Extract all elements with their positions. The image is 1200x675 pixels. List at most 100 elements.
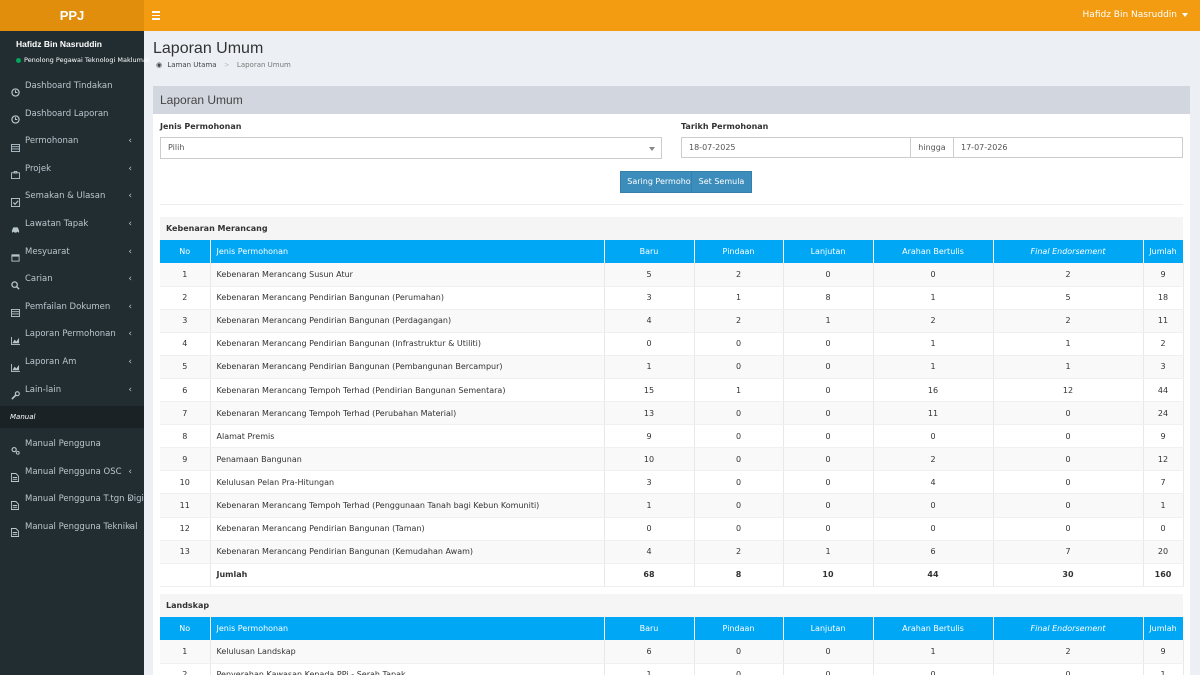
breadcrumb-home[interactable]: Laman Utama [167,61,216,69]
sidebar-item-carian[interactable]: Carian ‹ [0,266,144,294]
sidebar-item-projek[interactable]: Projek ‹ [0,156,144,184]
sidebar-item-dashboard-tindakan[interactable]: Dashboard Tindakan [0,73,144,101]
sidebar-item-label: Permohonan [25,136,79,147]
sidebar-item-lawatan-tapak[interactable]: Lawatan Tapak ‹ [0,211,144,239]
jenis-permohonan-label: Jenis Permohonan [160,122,242,131]
sidebar-item-label: Mesyuarat [25,246,70,257]
table-cell: 0 [694,424,784,449]
sidebar-user-name: Hafidz Bin Nasruddin [16,39,102,49]
column-header: Baru [604,240,695,263]
sidebar-item-label: Dashboard Laporan [25,108,109,119]
user-role-text: Penolong Pegawai Teknologi Maklumat [24,56,150,64]
select-arrow-icon [649,147,655,151]
sidebar-item-laporan-am[interactable]: Laporan Am ‹ [0,349,144,377]
table-cell: 9 [1143,640,1184,664]
column-header: Pindaan [694,240,784,263]
top-navbar: Hafidz Bin Nasruddin [144,0,1200,31]
table-row: 10 Kelulusan Pelan Pra-Hitungan 3 0 0 4 0 7 [160,470,1184,495]
sidebar-menu: Dashboard Tindakan Dashboard Laporan Permo… [0,73,144,404]
table-cell: 1 [783,540,874,564]
set-semula-button[interactable]: Set Semula [691,171,752,193]
table-row: 3 Kebenaran Merancang Pendirian Bangunan … [160,309,1184,333]
table-cell: 3 [160,309,211,333]
table-cell: 0 [993,401,1144,426]
user-panel: Hafidz Bin Nasruddin Penolong Pegawai Te… [0,31,150,73]
report-box-title: Laporan Umum [153,87,1190,114]
sidebar-manual-item-manual-pengguna[interactable]: Manual Pengguna [0,431,144,459]
table-cell: 9 [1143,424,1184,449]
table-cell: 10 [783,563,874,587]
table-cell: 11 [873,401,994,426]
table-cell: 0 [783,401,874,426]
sidebar-item-label: Semakan & Ulasan [25,191,106,202]
app-logo[interactable]: PPJ [0,0,144,31]
table-cell: 1 [1143,663,1184,675]
jenis-permohonan-select[interactable]: Pilih [160,137,662,159]
table-cell: 0 [993,493,1144,518]
date-from-input[interactable]: 18-07-2025 [681,137,911,158]
table-row: 1 Kelulusan Landskap 6 0 0 1 2 9 [160,640,1184,664]
table-cell: 0 [783,640,874,664]
sidebar-item-mesyuarat[interactable]: Mesyuarat ‹ [0,239,144,267]
chevron-left-icon: ‹ [128,191,132,202]
table-cell: 2 [694,263,784,287]
table-cell: 11 [1143,309,1184,333]
file-icon [11,467,20,483]
sidebar-item-laporan-permohonan[interactable]: Laporan Permohonan ‹ [0,321,144,349]
table-cell: 0 [783,493,874,518]
table-cell: 1 [873,640,994,664]
sidebar-item-lain-lain[interactable]: Lain-lain ‹ [0,377,144,405]
user-dropdown-label: Hafidz Bin Nasruddin [1082,10,1177,20]
table-cell: 0 [694,401,784,426]
sidebar-item-semakan-ulasan[interactable]: Semakan & Ulasan ‹ [0,183,144,211]
sidebar-manual-item-manual-pengguna-teknikal[interactable]: Manual Pengguna Teknikal ‹ [0,514,144,542]
caret-down-icon [1182,12,1188,17]
kebenaran-merancang-section: Kebenaran Merancang No Jenis Permohonan Ba… [160,217,1184,587]
table-total-row: Jumlah 68 8 10 44 30 160 [160,563,1184,587]
table-cell: 2 [873,309,994,333]
table-cell: Kebenaran Merancang Pendirian Bangunan (… [210,286,605,310]
table-cell: 0 [694,640,784,664]
column-header: Jumlah [1143,617,1184,640]
table-cell: Kebenaran Merancang Susun Atur [210,263,605,287]
table-cell: 2 [160,286,211,310]
sidebar-item-label: Dashboard Tindakan [25,81,113,91]
table-cell: 0 [783,517,874,541]
sidebar-item-label: Manual Pengguna Teknikal [25,521,138,532]
table-row: 5 Kebenaran Merancang Pendirian Bangunan … [160,355,1184,379]
table-cell: 0 [694,470,784,495]
table-cell: 0 [604,332,695,356]
hamburger-menu-icon[interactable] [152,9,162,21]
table-cell: Kelulusan Pelan Pra-Hitungan [210,470,605,495]
briefcase-icon [11,164,20,180]
table-cell: 15 [604,378,695,403]
column-header: Arahan Bertulis [873,617,994,640]
sidebar-item-dashboard-laporan[interactable]: Dashboard Laporan [0,101,144,129]
sidebar-item-pemfailan-dokumen[interactable]: Pemfailan Dokumen ‹ [0,294,144,322]
table-cell: 0 [783,447,874,472]
table-cell: 1 [604,663,695,675]
list-icon [11,137,20,152]
column-header: Lanjutan [783,240,874,263]
table-cell: 0 [993,517,1144,541]
table-cell: 1 [873,355,994,379]
table-cell: 0 [993,447,1144,472]
sidebar-item-permohonan[interactable]: Permohonan ‹ [0,128,144,156]
table-cell: 7 [993,540,1144,564]
table-cell: 2 [694,540,784,564]
sidebar-manual-item-manual-pengguna-t-tgn-digital[interactable]: Manual Pengguna T.tgn Digital ‹ [0,486,144,514]
sidebar-manual-item-manual-pengguna-osc[interactable]: Manual Pengguna OSC ‹ [0,459,144,487]
table-cell: 0 [873,493,994,518]
sidebar-item-label: Lain-lain [25,384,62,395]
table-cell: 5 [604,263,695,287]
table-cell: 3 [604,286,695,310]
table-cell: 7 [160,401,211,426]
table-row: 4 Kebenaran Merancang Pendirian Bangunan … [160,332,1184,356]
user-dropdown[interactable]: Hafidz Bin Nasruddin [1083,0,1188,31]
table-cell: 0 [694,355,784,379]
table-cell: 1 [604,355,695,379]
table-cell: 0 [604,517,695,541]
table-cell: 1 [993,355,1144,379]
table-cell: 8 [160,424,211,449]
date-to-input[interactable]: 17-07-2026 [953,137,1183,158]
